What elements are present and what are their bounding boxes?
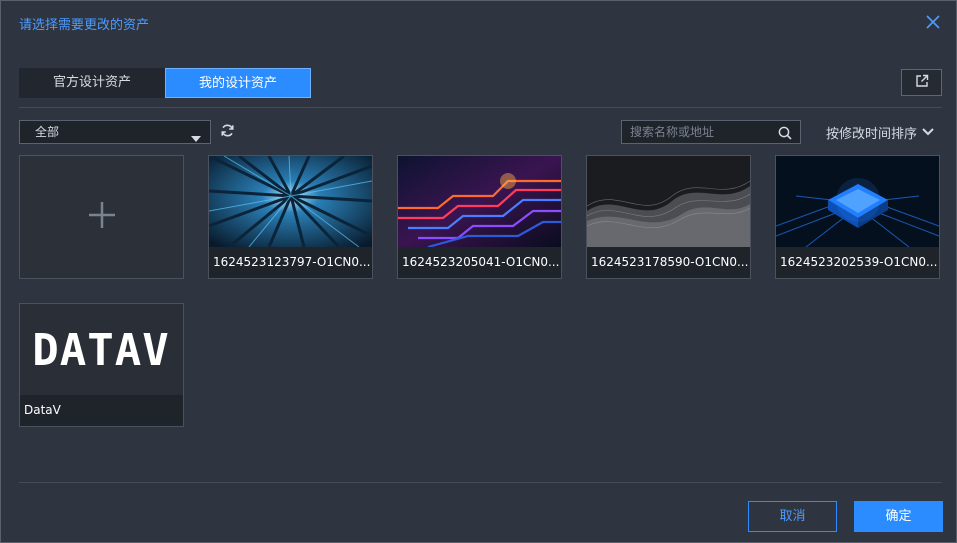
asset-card[interactable]: 1624523205041-O1CN0... (397, 155, 562, 279)
asset-tabs: 官方设计资产 我的设计资产 (19, 68, 311, 98)
asset-thumbnail-logo: DATAV (20, 304, 183, 395)
tab-my-assets[interactable]: 我的设计资产 (165, 68, 311, 98)
plus-icon (87, 200, 117, 234)
search-box (621, 120, 801, 144)
category-select-value: 全部 (35, 125, 60, 139)
footer-divider (19, 482, 942, 483)
dialog-title: 请选择需要更改的资产 (19, 18, 150, 33)
asset-card[interactable]: 1624523202539-O1CN0... (775, 155, 940, 279)
asset-picker-dialog: 请选择需要更改的资产 官方设计资产 我的设计资产 全部 搜索名称或地址 按修改时… (0, 0, 957, 543)
tab-official-assets[interactable]: 官方设计资产 (19, 68, 165, 98)
datav-logo: DATAV (32, 330, 169, 370)
asset-card[interactable]: 1624523178590-O1CN0... (586, 155, 751, 279)
top-divider (19, 107, 942, 108)
asset-name: 1624523178590-O1CN0... (587, 247, 750, 278)
sort-dropdown[interactable]: 按修改时间排序 (826, 123, 934, 142)
close-icon[interactable] (924, 13, 942, 31)
asset-thumbnail-circuit (398, 156, 561, 247)
category-select[interactable]: 全部 (19, 120, 211, 144)
asset-card[interactable]: DATAV DataV (19, 303, 184, 427)
svg-text:DATAV: DATAV (32, 330, 169, 370)
asset-name: DataV (20, 395, 183, 426)
search-icon[interactable] (778, 125, 792, 144)
asset-thumbnail-chip (776, 156, 939, 247)
chevron-down-icon (922, 125, 934, 140)
cancel-button[interactable]: 取消 (748, 501, 837, 532)
add-asset-card[interactable] (19, 155, 184, 279)
open-external-button[interactable] (901, 69, 942, 96)
asset-thumbnail-city (209, 156, 372, 247)
sort-label: 按修改时间排序 (826, 127, 918, 142)
asset-name: 1624523202539-O1CN0... (776, 247, 939, 278)
confirm-button[interactable]: 确定 (854, 501, 943, 532)
refresh-icon[interactable] (220, 123, 235, 142)
asset-thumbnail-wave (587, 156, 750, 247)
asset-card[interactable]: 1624523123797-O1CN0... (208, 155, 373, 279)
asset-name: 1624523123797-O1CN0... (209, 247, 372, 278)
external-link-icon (915, 73, 929, 92)
search-input[interactable] (622, 121, 770, 143)
asset-name: 1624523205041-O1CN0... (398, 247, 561, 278)
chevron-down-icon (191, 128, 201, 150)
